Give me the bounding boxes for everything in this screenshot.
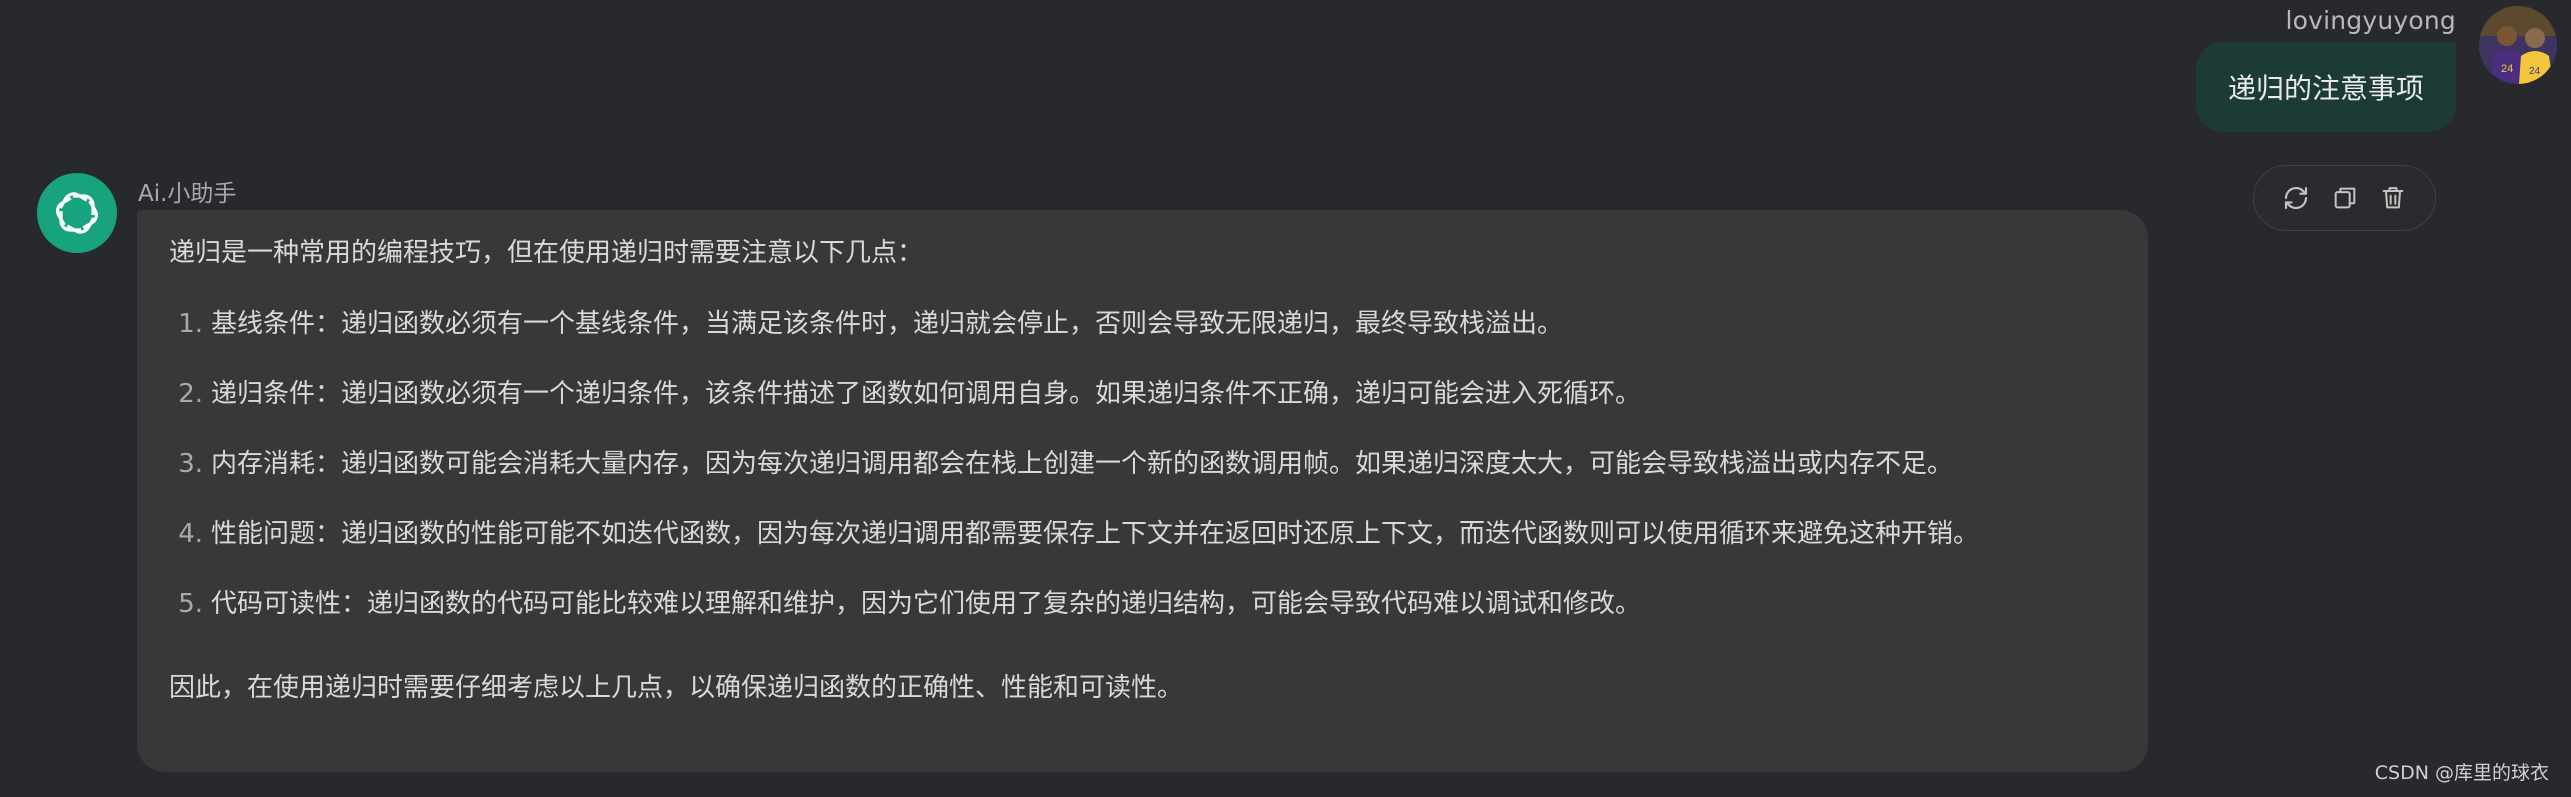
user-avatar[interactable]: 24 24 (2479, 6, 2557, 84)
list-item-text: 代码可读性：递归函数的代码可能比较难以理解和维护，因为它们使用了复杂的递归结构，… (211, 589, 1642, 619)
list-item-number: 1. (178, 309, 203, 339)
list-item: 1. 基线条件：递归函数必须有一个基线条件，当满足该条件时，递归就会停止，否则会… (169, 307, 2118, 341)
openai-logo-icon (55, 192, 99, 234)
list-item-text: 性能问题：递归函数的性能可能不如迭代函数，因为每次递归调用都需要保存上下文并在返… (211, 519, 1980, 549)
user-name: lovingyuyong (2285, 6, 2456, 35)
list-item-number: 3. (178, 449, 203, 479)
svg-text:24: 24 (2529, 66, 2541, 77)
message-action-bar (2253, 165, 2436, 231)
copy-button[interactable] (2326, 179, 2364, 217)
list-item-text: 基线条件：递归函数必须有一个基线条件，当满足该条件时，递归就会停止，否则会导致无… (211, 309, 1564, 339)
ai-intro-text: 递归是一种常用的编程技巧，但在使用递归时需要注意以下几点： (169, 238, 924, 268)
ai-conclusion-text: 因此，在使用递归时需要仔细考虑以上几点，以确保递归函数的正确性、性能和可读性。 (169, 673, 1184, 703)
regenerate-button[interactable] (2277, 179, 2315, 217)
list-item: 5. 代码可读性：递归函数的代码可能比较难以理解和维护，因为它们使用了复杂的递归… (169, 587, 2118, 621)
ai-avatar (37, 173, 117, 253)
list-item: 2. 递归条件：递归函数必须有一个递归条件，该条件描述了函数如何调用自身。如果递… (169, 377, 2118, 411)
ai-point-list: 1. 基线条件：递归函数必须有一个基线条件，当满足该条件时，递归就会停止，否则会… (169, 307, 2118, 621)
delete-button[interactable] (2374, 179, 2412, 217)
trash-icon (2382, 187, 2404, 209)
list-item-text: 内存消耗：递归函数可能会消耗大量内存，因为每次递归调用都会在栈上创建一个新的函数… (211, 449, 1954, 479)
ai-name: Ai.小助手 (138, 181, 237, 207)
ai-message-bubble: 递归是一种常用的编程技巧，但在使用递归时需要注意以下几点： 1. 基线条件：递归… (137, 210, 2148, 772)
list-item-text: 递归条件：递归函数必须有一个递归条件，该条件描述了函数如何调用自身。如果递归条件… (211, 379, 1642, 409)
list-item-number: 4. (178, 519, 203, 549)
watermark: CSDN @库里的球衣 (2374, 762, 2549, 784)
list-item-number: 2. (178, 379, 203, 409)
list-item-number: 5. (178, 589, 203, 619)
copy-icon (2334, 187, 2355, 209)
list-item: 4. 性能问题：递归函数的性能可能不如迭代函数，因为每次递归调用都需要保存上下文… (169, 517, 2118, 551)
user-message-bubble: 递归的注意事项 (2195, 42, 2456, 132)
chat-page: lovingyuyong 24 24 递归的注意事项 Ai.小助手 递归是一种常… (0, 0, 2571, 797)
svg-text:24: 24 (2501, 63, 2513, 75)
user-message-text: 递归的注意事项 (2227, 72, 2424, 105)
regenerate-icon (2284, 186, 2307, 210)
list-item: 3. 内存消耗：递归函数可能会消耗大量内存，因为每次递归调用都会在栈上创建一个新… (169, 447, 2118, 481)
avatar-image: 24 24 (2479, 6, 2557, 84)
